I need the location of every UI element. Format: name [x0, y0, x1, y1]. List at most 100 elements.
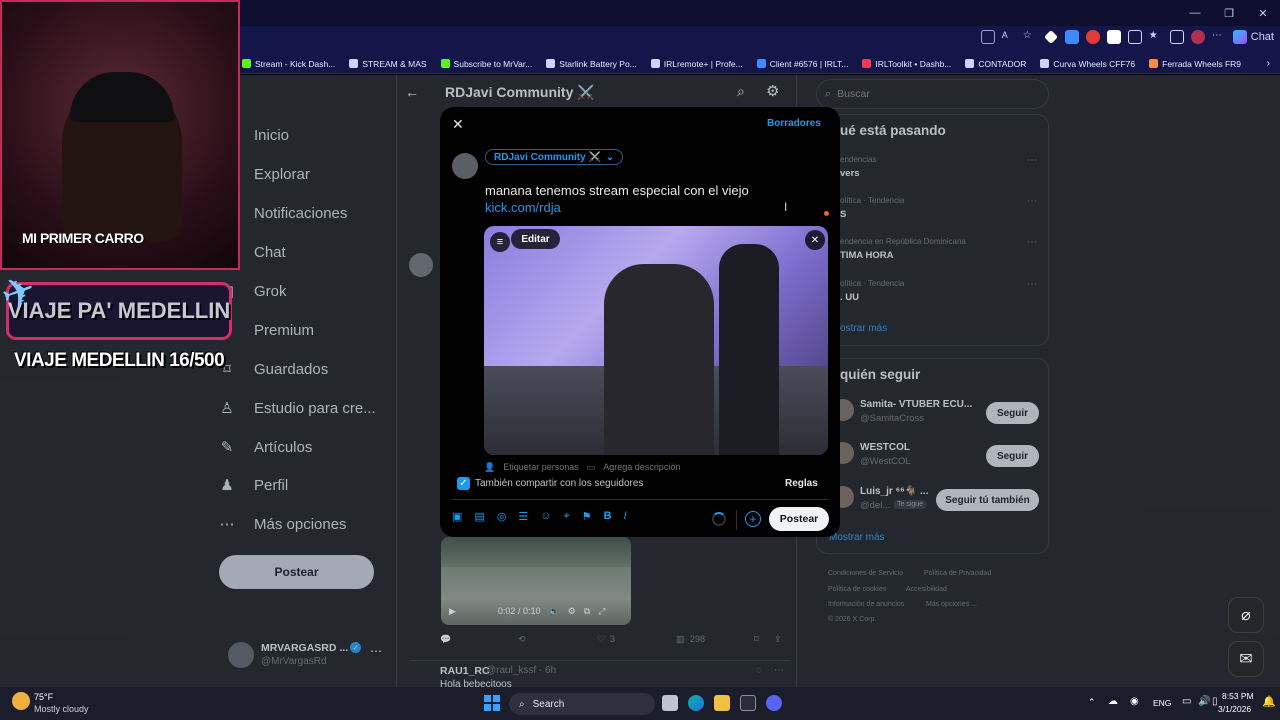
overlay-progress-text: VIAJE MEDELLIN 16/500: [14, 350, 225, 371]
weather-icon[interactable]: [12, 692, 30, 710]
window-controls: — ❐ ✕: [1178, 0, 1280, 26]
collections-icon[interactable]: [1169, 30, 1184, 44]
extension-white-icon[interactable]: [1106, 30, 1121, 44]
gif-icon[interactable]: ▤: [474, 510, 484, 523]
italic-icon[interactable]: I: [624, 510, 627, 523]
bookmark-label: CONTADOR: [978, 58, 1027, 69]
taskbar-apps: [662, 695, 782, 711]
webcam-overlay: MI PRIMER CARRO: [0, 0, 240, 270]
messages-float-icon[interactable]: ✉: [1228, 641, 1264, 677]
restore-icon[interactable]: ❐: [1212, 0, 1246, 26]
bookmark-label: Subscribe to MrVar...: [453, 58, 533, 69]
poll-icon[interactable]: ☰: [518, 510, 528, 523]
copilot-chat-button[interactable]: Chat: [1232, 30, 1274, 44]
bold-icon[interactable]: B: [604, 510, 612, 523]
location-icon[interactable]: ⌖: [564, 510, 570, 523]
notification-bell-icon[interactable]: 🔔: [1262, 695, 1276, 708]
bookmark-item[interactable]: STREAM & MAS: [349, 59, 427, 69]
discord-icon[interactable]: [766, 695, 782, 711]
bookmark-item[interactable]: IRLremote+ | Profe...: [650, 59, 743, 69]
description-icon: ▭: [586, 462, 596, 472]
bookmark-item[interactable]: CONTADOR: [965, 59, 1026, 69]
task-view-icon[interactable]: [662, 695, 678, 711]
add-description-link[interactable]: Agrega descripción: [603, 462, 680, 473]
favorite-star-icon[interactable]: ☆: [1023, 30, 1037, 44]
character-indicator: [824, 211, 829, 216]
volume-icon[interactable]: 🔊: [1198, 696, 1210, 707]
file-explorer-icon[interactable]: [714, 695, 730, 711]
media-menu-icon[interactable]: ≡: [490, 232, 510, 252]
bookmark-item[interactable]: Starlink Battery Po...: [546, 59, 637, 69]
clock-date[interactable]: 3/1/2026: [1218, 704, 1251, 714]
extension-blue-icon[interactable]: [1064, 30, 1079, 44]
read-aloud-icon[interactable]: A: [1002, 30, 1016, 44]
extension-diamond-icon[interactable]: [1043, 30, 1058, 44]
bookmark-favicon-icon: [440, 59, 450, 68]
bookmark-item[interactable]: Client #6576 | IRLT...: [756, 59, 848, 69]
bookmark-favicon-icon: [1040, 59, 1050, 68]
antivirus-icon[interactable]: ◉: [1130, 696, 1139, 707]
network-icon[interactable]: ▭: [1182, 696, 1191, 707]
share-checkbox[interactable]: ✓: [457, 477, 470, 490]
close-window-icon[interactable]: ✕: [1246, 0, 1280, 26]
minimize-icon[interactable]: —: [1178, 0, 1212, 26]
tag-people-icon: 👤: [484, 462, 496, 472]
bookmark-label: Curva Wheels CFF76: [1053, 58, 1136, 69]
apps-icon[interactable]: [980, 30, 995, 44]
chevron-down-icon: ⌄: [605, 151, 615, 163]
edge-icon[interactable]: [688, 695, 704, 711]
bookmark-favicon-icon: [349, 59, 359, 68]
menu-dots-icon[interactable]: ⋯: [1212, 30, 1226, 44]
windows-start-icon[interactable]: [484, 695, 500, 711]
audience-selector[interactable]: RDJavi Community ⚔️ ⌄: [485, 149, 624, 165]
grok-icon[interactable]: ◎: [497, 510, 507, 523]
rules-link[interactable]: Reglas: [785, 478, 818, 489]
remove-media-icon[interactable]: ✕: [805, 230, 825, 250]
compose-post-button[interactable]: Postear: [769, 507, 829, 531]
language-indicator[interactable]: ENG: [1153, 698, 1171, 708]
edit-media-button[interactable]: Editar: [511, 229, 560, 249]
bookmark-favicon-icon: [862, 59, 872, 68]
close-icon[interactable]: ✕: [452, 116, 464, 133]
flag-icon[interactable]: ⚑: [582, 510, 592, 523]
favorites-icon[interactable]: ★: [1149, 30, 1163, 44]
tag-people-link[interactable]: Etiquetar personas: [503, 462, 579, 473]
bookmarks-overflow-icon[interactable]: ›: [1267, 58, 1270, 69]
bookmark-item[interactable]: Curva Wheels CFF76: [1040, 59, 1135, 69]
compose-textarea[interactable]: manana tenemos stream especial con el vi…: [485, 182, 815, 216]
divider: [736, 510, 737, 530]
split-screen-icon[interactable]: [1127, 30, 1142, 44]
bookmark-item[interactable]: Subscribe to MrVar...: [440, 58, 533, 69]
media-meta-row: 👤 Etiquetar personas ▭ Agrega descripció…: [484, 462, 680, 473]
taskbar-search[interactable]: ⌕ Search: [509, 693, 655, 715]
bookmark-label: Stream - Kick Dash...: [255, 58, 336, 69]
bookmark-favicon-icon: [965, 59, 975, 68]
battery-icon[interactable]: ▯: [1212, 696, 1218, 707]
compose-text: manana tenemos stream especial con el vi…: [485, 183, 749, 198]
search-icon: ⌕: [519, 698, 525, 710]
weather-temp: 75°F: [34, 692, 54, 702]
compose-toolbar: ▣ ▤ ◎ ☰ ☺ ⌖ ⚑ B I: [452, 510, 627, 523]
tray-chevron-icon[interactable]: ⌃: [1088, 697, 1096, 708]
audience-label: RDJavi Community ⚔️: [494, 151, 601, 163]
bookmark-item[interactable]: Ferrada Wheels FR9: [1149, 59, 1241, 69]
divider: [452, 499, 828, 500]
add-post-icon[interactable]: +: [745, 511, 761, 527]
bookmark-favicon-icon: [1149, 59, 1159, 68]
copilot-chat-label: Chat: [1250, 31, 1274, 43]
obs-icon[interactable]: [740, 695, 756, 711]
bookmark-favicon-icon: [756, 59, 766, 68]
drafts-button[interactable]: Borradores: [767, 118, 821, 129]
bookmark-item[interactable]: Stream - Kick Dash...: [242, 59, 335, 69]
grok-float-icon[interactable]: ⌀: [1228, 597, 1264, 633]
webcam-cap: [70, 72, 174, 122]
image-icon[interactable]: ▣: [452, 510, 462, 523]
avatar: [452, 153, 478, 179]
cloud-icon[interactable]: ☁: [1108, 696, 1118, 707]
bookmark-item[interactable]: IRLToolkit • Dashb...: [862, 59, 951, 69]
bookmark-favicon-icon: [546, 59, 556, 68]
clock-time[interactable]: 8:53 PM: [1222, 691, 1254, 701]
emoji-icon[interactable]: ☺: [540, 510, 551, 523]
extension-red-icon[interactable]: [1085, 30, 1100, 44]
profile-avatar-icon[interactable]: [1190, 30, 1205, 44]
